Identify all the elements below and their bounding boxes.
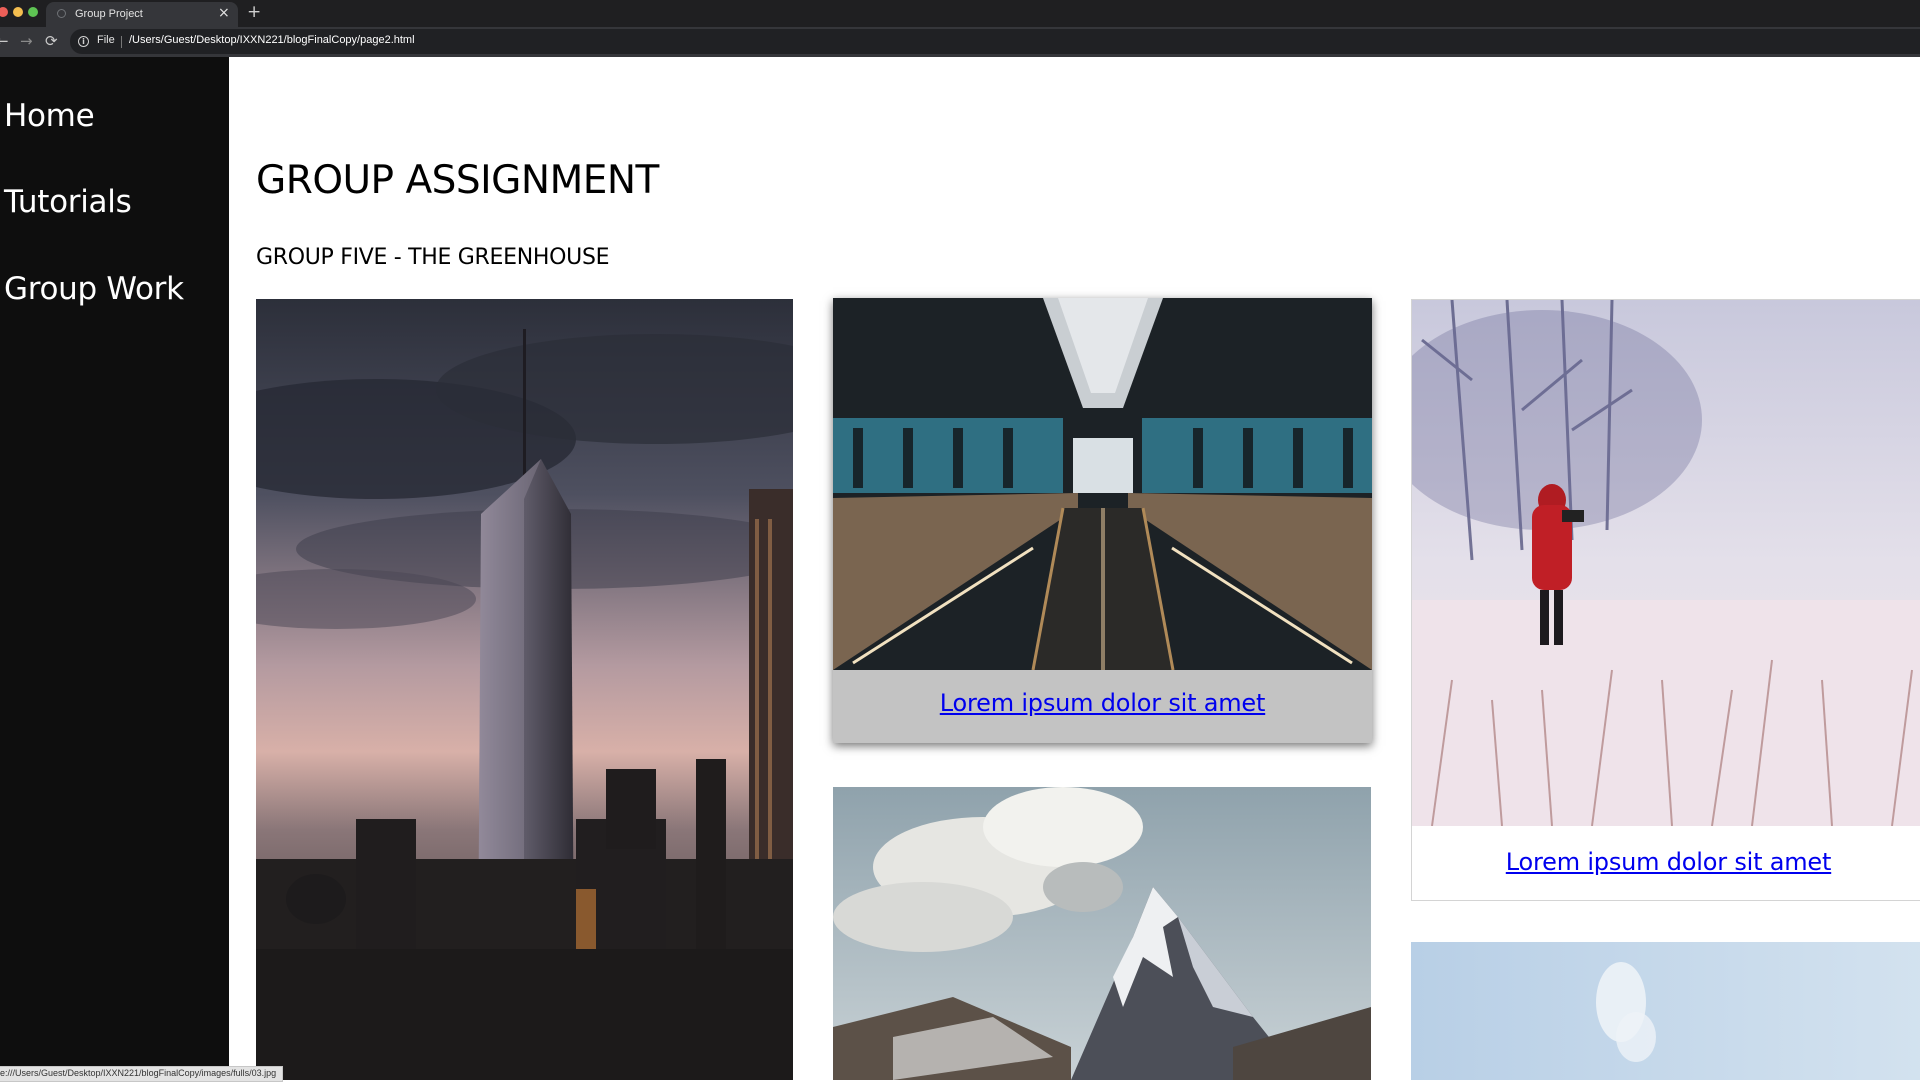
- card-caption: Lorem ipsum dolor sit amet: [1412, 848, 1920, 876]
- info-icon[interactable]: i: [78, 36, 89, 47]
- sidebar-item-group-work[interactable]: Group Work: [4, 271, 184, 307]
- sidebar-item-tutorials[interactable]: Tutorials: [4, 184, 132, 220]
- new-tab-button[interactable]: +: [247, 3, 261, 21]
- address-bar[interactable]: i File /Users/Guest/Desktop/IXXN221/blog…: [70, 29, 1920, 54]
- tab-title: Group Project: [75, 8, 143, 20]
- browser-tab-bar: Group Project × +: [0, 0, 1920, 27]
- page-title: GROUP ASSIGNMENT: [256, 158, 659, 203]
- sidebar-nav: Home Tutorials Group Work: [0, 57, 229, 1080]
- gallery-card-sky[interactable]: [1411, 942, 1920, 1080]
- browser-tab[interactable]: Group Project ×: [46, 2, 238, 27]
- snow-photographer-photo: [1412, 300, 1920, 826]
- close-tab-icon[interactable]: ×: [218, 6, 230, 20]
- minimize-window-button[interactable]: [13, 7, 23, 17]
- sky-photo: [1411, 942, 1920, 1080]
- browser-toolbar: ← → ⟳ i File /Users/Guest/Desktop/IXXN22…: [0, 27, 1920, 57]
- address-separator: [121, 36, 122, 48]
- globe-icon: [57, 9, 66, 18]
- escalator-photo: [833, 298, 1372, 670]
- page-subtitle: GROUP FIVE - THE GREENHOUSE: [256, 245, 610, 270]
- close-window-button[interactable]: [0, 7, 8, 17]
- gallery-card-escalator[interactable]: Lorem ipsum dolor sit amet: [833, 298, 1372, 743]
- reload-icon[interactable]: ⟳: [45, 32, 58, 50]
- card-caption-link[interactable]: Lorem ipsum dolor sit amet: [940, 689, 1266, 717]
- city-skyline-photo: [256, 299, 793, 1080]
- gallery-card-snow[interactable]: Lorem ipsum dolor sit amet: [1411, 299, 1920, 901]
- sidebar-item-home[interactable]: Home: [4, 98, 95, 134]
- gallery-card-mountain[interactable]: [833, 787, 1371, 1080]
- scheme-label: File: [97, 34, 115, 46]
- gallery-card-city[interactable]: [256, 299, 793, 1080]
- mountain-photo: [833, 787, 1371, 1080]
- back-arrow-icon[interactable]: ←: [0, 32, 9, 50]
- maximize-window-button[interactable]: [28, 7, 38, 17]
- url-text[interactable]: /Users/Guest/Desktop/IXXN221/blogFinalCo…: [129, 34, 415, 46]
- card-caption: Lorem ipsum dolor sit amet: [833, 689, 1372, 717]
- card-caption-link[interactable]: Lorem ipsum dolor sit amet: [1506, 848, 1832, 876]
- forward-arrow-icon[interactable]: →: [20, 32, 33, 50]
